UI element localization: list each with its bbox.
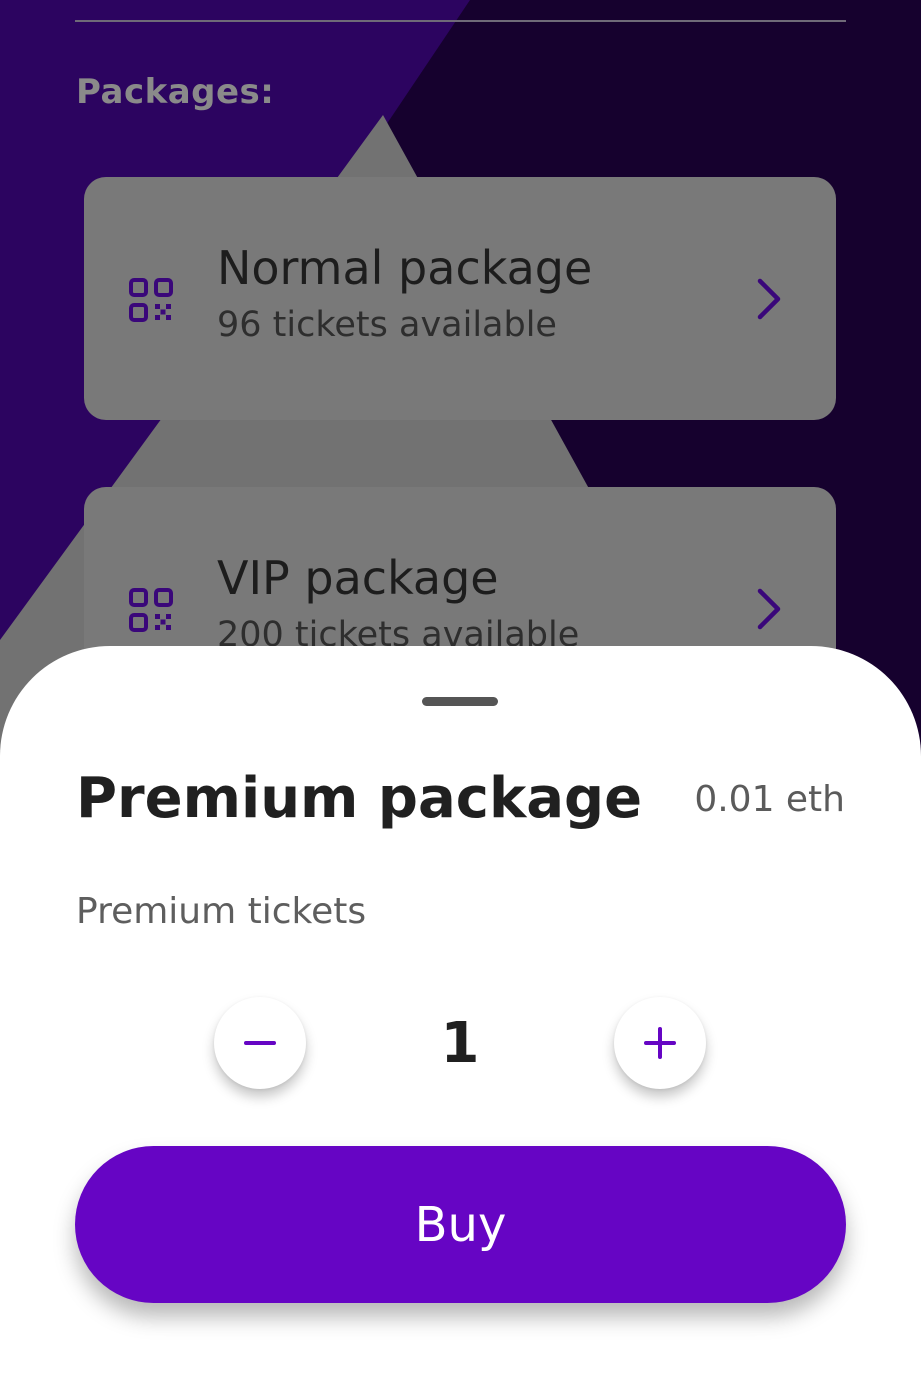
packages-label: Packages: bbox=[76, 72, 275, 112]
chevron-right-icon bbox=[757, 588, 781, 630]
sheet-title: Premium package bbox=[76, 766, 643, 831]
package-title: VIP package bbox=[217, 551, 499, 605]
qr-code-icon bbox=[129, 278, 173, 322]
qr-code-icon bbox=[129, 588, 173, 632]
package-card-normal[interactable]: Normal package 96 tickets available bbox=[84, 177, 836, 420]
package-description: Premium tickets bbox=[76, 891, 367, 932]
increment-button[interactable] bbox=[614, 997, 706, 1089]
quantity-value: 1 bbox=[440, 1011, 480, 1076]
package-availability: 96 tickets available bbox=[217, 305, 557, 345]
buy-button[interactable]: Buy bbox=[75, 1146, 846, 1303]
plus-icon bbox=[644, 1027, 676, 1059]
package-title: Normal package bbox=[217, 241, 593, 295]
decrement-button[interactable] bbox=[214, 997, 306, 1089]
package-price: 0.01 eth bbox=[694, 779, 845, 820]
minus-icon bbox=[244, 1041, 276, 1045]
drag-handle[interactable] bbox=[422, 697, 498, 706]
chevron-right-icon bbox=[757, 278, 781, 320]
purchase-bottom-sheet: Premium package 0.01 eth Premium tickets… bbox=[0, 646, 921, 1378]
top-divider bbox=[75, 20, 846, 22]
